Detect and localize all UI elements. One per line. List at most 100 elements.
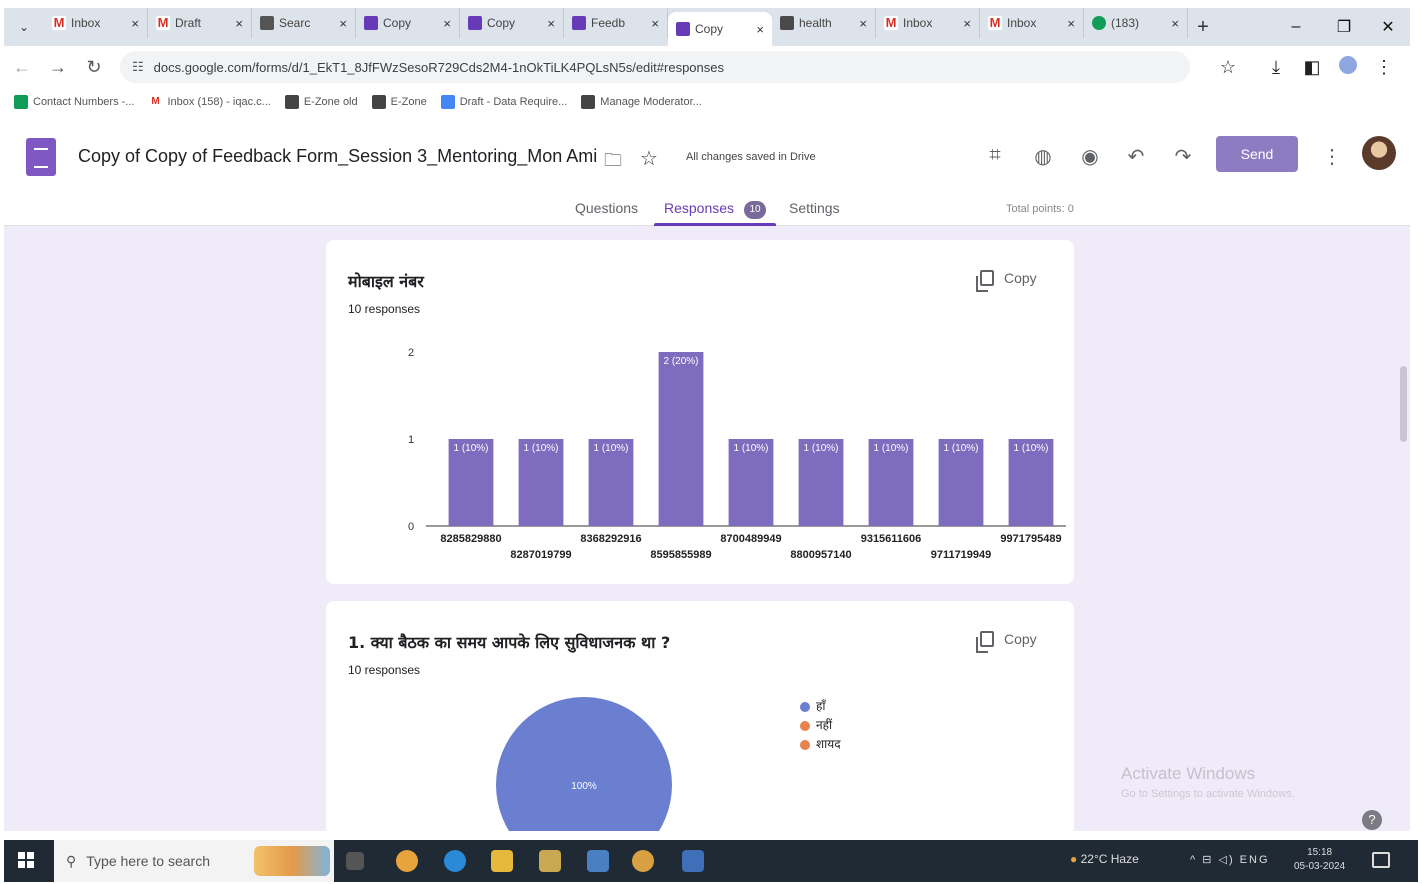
browser-tab-strip: ⌄ M Inbox × M Draft × Searc × Copy × Copy × Feedb × Co… <box>4 8 1410 46</box>
browser-tab[interactable]: Copy × <box>356 8 460 38</box>
mail-icon[interactable] <box>587 850 609 872</box>
x-tick-label: 9971795489 <box>1000 533 1061 545</box>
browser-tab[interactable]: Copy × <box>460 8 564 38</box>
tab-close-icon[interactable]: × <box>339 16 347 31</box>
bookmark-item[interactable]: Contact Numbers -... <box>14 95 134 109</box>
browser-tab[interactable]: M Inbox × <box>980 8 1084 38</box>
bar-data-label: 1 (10%) <box>453 443 488 454</box>
bookmark-icon <box>581 95 596 109</box>
system-tray[interactable]: ^ ⊟ ◁) ENG <box>1190 853 1270 866</box>
browser-tab[interactable]: health × <box>772 8 876 38</box>
tab-label: Draft <box>175 16 202 30</box>
legend-label: शायद <box>816 737 841 751</box>
bookmark-item[interactable]: E-Zone <box>371 95 427 109</box>
restore-button[interactable]: ❐ <box>1322 8 1366 46</box>
legend-swatch <box>800 720 810 731</box>
browser-tab[interactable]: M Inbox × <box>44 8 148 38</box>
pie-slice[interactable] <box>496 697 672 831</box>
form-title[interactable]: Copy of Copy of Feedback Form_Session 3_… <box>78 146 597 167</box>
reload-icon[interactable]: ↻ <box>76 57 112 78</box>
browser-tab[interactable]: Copy × <box>668 12 772 46</box>
preview-eye-icon[interactable]: ◉ <box>1077 144 1103 169</box>
tab-close-icon[interactable]: × <box>1067 16 1075 31</box>
bookmark-label: Inbox (158) - iqac.c... <box>167 96 271 108</box>
addon-icon[interactable]: ⌗ <box>982 144 1008 167</box>
side-panel-icon[interactable]: ◧ <box>1294 57 1330 78</box>
app-icon[interactable] <box>682 850 704 872</box>
chrome-icon[interactable] <box>396 850 418 872</box>
y-tick-label: 0 <box>408 521 414 533</box>
forms-logo-icon[interactable] <box>26 138 56 176</box>
download-icon[interactable]: ⤓ <box>1258 57 1294 78</box>
forms-icon <box>364 16 378 30</box>
minimize-button[interactable]: – <box>1274 8 1318 46</box>
tab-settings[interactable]: Settings <box>789 200 840 216</box>
sheets-icon <box>14 95 28 109</box>
clock[interactable]: 15:18 05-03-2024 <box>1294 846 1345 874</box>
bookmark-item[interactable]: E-Zone old <box>284 95 358 109</box>
chrome-profile-icon[interactable] <box>632 850 654 872</box>
tab-responses[interactable]: Responses <box>664 200 734 216</box>
notification-icon[interactable] <box>1372 852 1390 868</box>
bar[interactable] <box>658 352 704 526</box>
browser-tab[interactable]: M Draft × <box>148 8 252 38</box>
tab-close-icon[interactable]: × <box>235 16 243 31</box>
folder-icon[interactable]: 🗀 <box>604 148 622 178</box>
docs-icon <box>440 95 455 109</box>
send-button[interactable]: Send <box>1216 136 1298 172</box>
tab-close-icon[interactable]: × <box>131 16 139 31</box>
browser-tab[interactable]: (183) × <box>1084 8 1188 38</box>
tab-close-icon[interactable]: × <box>651 16 659 31</box>
tab-close-icon[interactable]: × <box>859 16 867 31</box>
browser-tab[interactable]: Feedb × <box>564 8 668 38</box>
edge-icon[interactable] <box>444 850 466 872</box>
star-icon[interactable]: ☆ <box>640 146 658 171</box>
palette-icon[interactable]: ◍ <box>1030 144 1056 169</box>
screen: ⌄ M Inbox × M Draft × Searc × Copy × Copy × Feedb × Co… <box>0 0 1422 884</box>
undo-icon[interactable]: ↶ <box>1123 144 1149 169</box>
tab-close-icon[interactable]: × <box>443 16 451 31</box>
tab-close-icon[interactable]: × <box>1171 16 1179 31</box>
redo-icon[interactable]: ↷ <box>1170 144 1196 169</box>
forms-icon <box>572 16 586 30</box>
tab-close-icon[interactable]: × <box>547 16 555 31</box>
site-info-icon[interactable]: ☷ <box>132 59 144 75</box>
legend-swatch <box>800 701 810 712</box>
tab-close-icon[interactable]: × <box>756 22 764 37</box>
forms-icon <box>676 22 690 36</box>
weather-icon: ● <box>1070 852 1078 866</box>
task-view-icon[interactable] <box>346 852 364 870</box>
browser-tab[interactable]: Searc × <box>252 8 356 38</box>
browser-tab[interactable]: M Inbox × <box>876 8 980 38</box>
bar-chart: 0 1 2 1 (10%) 8285829880 1 (10%) 8287019799 1 (… <box>408 347 1066 561</box>
new-tab-button[interactable]: + <box>1188 16 1218 39</box>
bookmark-item[interactable]: Manage Moderator... <box>581 95 702 109</box>
more-options-icon[interactable]: ⋮ <box>1322 144 1342 169</box>
browser-menu-icon[interactable]: ⋮ <box>1366 57 1402 78</box>
close-window-button[interactable]: ✕ <box>1366 8 1410 46</box>
profile-icon[interactable] <box>1330 55 1366 79</box>
tab-search-icon[interactable]: ⌄ <box>4 20 44 34</box>
weather-text: 22°C Haze <box>1080 852 1139 866</box>
help-icon[interactable]: ? <box>1362 810 1382 830</box>
gmail-icon: M <box>988 15 1002 30</box>
pie-slice-label: 100% <box>571 781 597 792</box>
weather-widget[interactable]: ● 22°C Haze <box>1070 852 1139 866</box>
bookmark-label: Draft - Data Require... <box>459 96 568 108</box>
tab-label: Copy <box>487 16 516 30</box>
bookmark-item[interactable]: Draft - Data Require... <box>440 95 568 109</box>
address-bar[interactable]: ☷ docs.google.com/forms/d/1_EkT1_8JfFWzS… <box>120 51 1190 83</box>
back-icon[interactable]: ← <box>4 57 40 78</box>
tab-questions[interactable]: Questions <box>575 200 638 216</box>
scrollbar[interactable] <box>1400 366 1407 442</box>
gmail-icon: M <box>884 15 898 30</box>
windows-start-icon[interactable] <box>18 852 34 868</box>
bookmark-item[interactable]: M Inbox (158) - iqac.c... <box>148 95 271 109</box>
avatar[interactable] <box>1362 136 1396 170</box>
file-explorer-icon[interactable] <box>491 850 513 872</box>
store-icon[interactable] <box>539 850 561 872</box>
bookmark-star-icon[interactable]: ☆ <box>1210 57 1246 78</box>
tab-close-icon[interactable]: × <box>963 16 971 31</box>
search-highlight-image <box>254 846 330 876</box>
forward-icon[interactable]: → <box>40 57 76 78</box>
